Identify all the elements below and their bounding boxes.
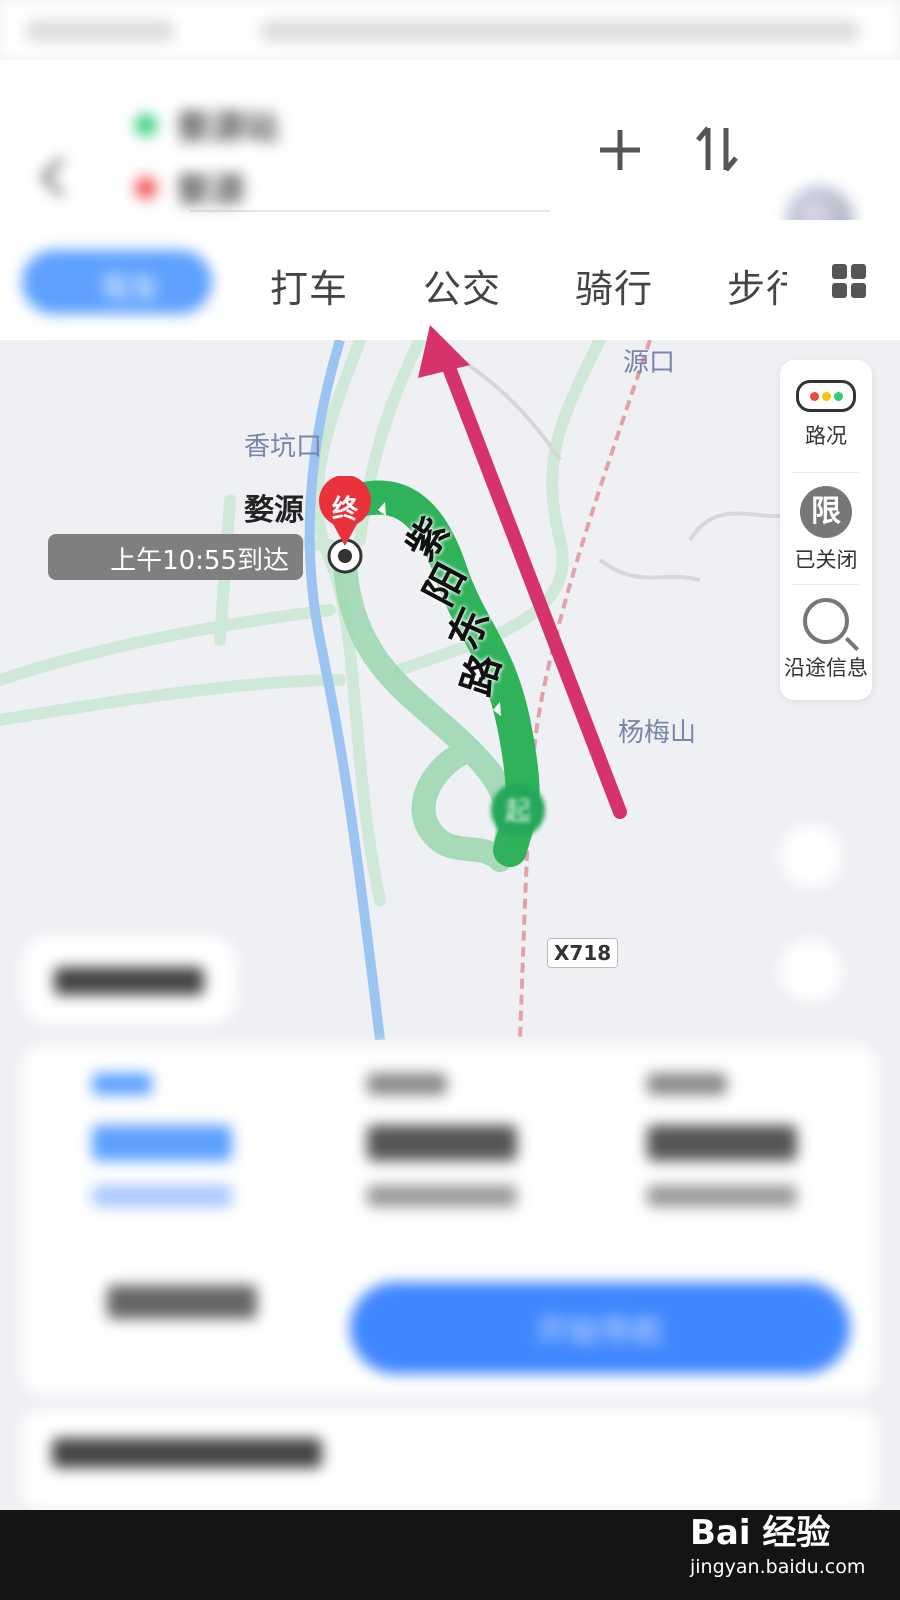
- watermark-url: jingyan.baidu.com: [690, 1556, 866, 1578]
- tab-drive[interactable]: 驾车: [22, 250, 212, 314]
- tab-taxi[interactable]: 打车: [270, 258, 348, 313]
- plan-1-time[interactable]: [92, 1125, 232, 1161]
- traffic-label: 路况: [805, 424, 847, 448]
- destination-text: 婺源: [177, 171, 245, 211]
- plus-icon[interactable]: [598, 128, 642, 172]
- status-carrier: [25, 20, 175, 42]
- plan-1-detail: [92, 1185, 232, 1207]
- map-tools-panel: 路况 限 已关闭 沿途信息: [780, 360, 872, 700]
- eta-chip: 上午10:55到达: [48, 534, 303, 580]
- divider: [792, 472, 860, 473]
- start-navigation-button[interactable]: 开始导航: [350, 1282, 850, 1374]
- plan-tag-recommended: [92, 1073, 152, 1095]
- map-label-yangmeishan: 杨梅山: [618, 718, 697, 748]
- along-route-label: 沿途信息: [784, 656, 868, 680]
- search-icon: [803, 598, 849, 644]
- route-header: 婺源站 婺源: [0, 60, 900, 255]
- divider: [792, 584, 860, 585]
- destination-map-label: 婺源: [244, 493, 304, 528]
- origin-row[interactable]: 婺源站: [135, 100, 279, 149]
- end-marker-icon[interactable]: 终: [315, 476, 375, 576]
- locate-button[interactable]: [780, 940, 842, 1002]
- traffic-toggle[interactable]: 路况: [780, 360, 872, 450]
- simulate-button[interactable]: [107, 1285, 257, 1319]
- start-navigation-label: 开始导航: [535, 1312, 664, 1350]
- traffic-light-icon: [796, 380, 856, 412]
- svg-text:终: 终: [332, 494, 359, 525]
- transport-tabs: 驾车 打车 公交 骑行 步行: [0, 220, 900, 340]
- tab-walking[interactable]: 步行: [727, 258, 787, 313]
- map-label-yuankou: 源口: [623, 348, 676, 378]
- swap-icon[interactable]: [694, 124, 740, 174]
- refresh-button[interactable]: [780, 825, 842, 887]
- origin-text: 婺源站: [177, 108, 279, 148]
- restriction-label: 已关闭: [794, 548, 858, 572]
- plan-3-time[interactable]: [647, 1125, 797, 1161]
- info-card: [22, 1410, 878, 1510]
- watermark-brand: Bai 经验: [690, 1513, 831, 1553]
- eta-text: 上午10:55到达: [110, 546, 289, 576]
- svg-text:起: 起: [505, 797, 531, 827]
- more-modes-grid-icon[interactable]: [832, 264, 866, 298]
- destination-dot-icon: [135, 176, 157, 199]
- baidu-watermark: Bai 经验 jingyan.baidu.com: [690, 1505, 865, 1578]
- status-bar: [0, 0, 900, 60]
- plan-3-tag: [647, 1073, 727, 1095]
- origin-dot-icon: [135, 113, 157, 136]
- road-badge-x718: X718: [547, 938, 619, 968]
- route-preference-pill[interactable]: [22, 935, 237, 1025]
- plan-2-tag: [367, 1073, 447, 1095]
- plan-3-detail: [647, 1185, 797, 1207]
- tab-drive-label: 驾车: [100, 272, 160, 307]
- along-route-button[interactable]: 沿途信息: [780, 586, 872, 682]
- map-label-xiangkengkou: 香坑口: [244, 432, 323, 462]
- status-indicators: [260, 20, 860, 42]
- start-marker-icon[interactable]: 起: [488, 780, 548, 840]
- plan-2-time[interactable]: [367, 1125, 517, 1161]
- back-icon[interactable]: [38, 155, 68, 199]
- plan-2-detail: [367, 1185, 517, 1207]
- destination-row[interactable]: 婺源: [135, 163, 245, 212]
- restriction-toggle[interactable]: 限 已关闭: [780, 474, 872, 574]
- tab-transit[interactable]: 公交: [423, 258, 501, 313]
- restriction-icon: 限: [800, 486, 852, 538]
- tab-cycling[interactable]: 骑行: [575, 258, 653, 313]
